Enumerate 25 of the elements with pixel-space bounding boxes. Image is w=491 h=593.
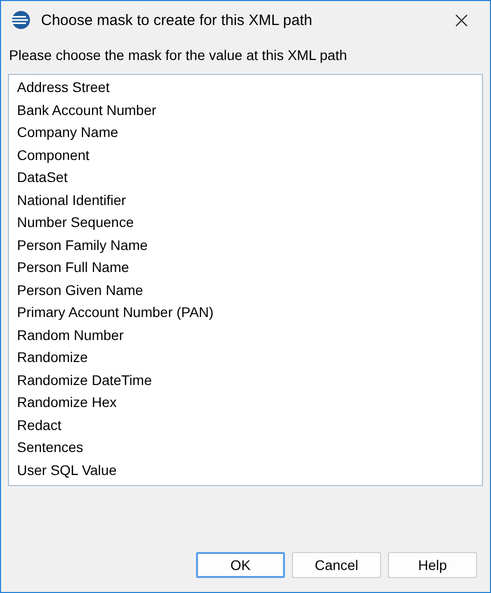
list-item[interactable]: Number Sequence	[9, 211, 482, 234]
list-item[interactable]: Person Full Name	[9, 256, 482, 278]
list-item[interactable]: Person Family Name	[9, 234, 482, 256]
list-item[interactable]: Random Number	[9, 324, 482, 346]
app-logo-icon	[11, 10, 31, 30]
close-icon[interactable]	[455, 14, 468, 26]
list-item[interactable]: Redact	[9, 414, 482, 436]
list-item[interactable]: Person Given Name	[9, 278, 482, 301]
dialog-button[interactable]: Help	[388, 552, 477, 578]
list-item[interactable]: Component	[9, 144, 482, 166]
list-item[interactable]: Address Street	[9, 76, 482, 98]
list-item[interactable]: National Identifier	[9, 188, 482, 211]
list-item[interactable]: User SQL Value	[9, 458, 482, 481]
dialog-button[interactable]: OK	[196, 552, 285, 578]
window-title: Choose mask to create for this XML path	[41, 12, 314, 28]
list-item[interactable]: Sentences	[9, 436, 482, 458]
list-item[interactable]: Bank Account Number	[9, 98, 482, 121]
list-item[interactable]: DataSet	[9, 166, 482, 188]
list-item[interactable]: Primary Account Number (PAN)	[9, 301, 482, 324]
prompt-label: Please choose the mask for the value at this XML path	[8, 46, 348, 65]
dialog-button[interactable]: Cancel	[292, 552, 381, 578]
list-item[interactable]: Randomize Hex	[9, 391, 482, 414]
list-item[interactable]: Randomize	[9, 346, 482, 368]
list-item[interactable]: Randomize DateTime	[9, 368, 482, 391]
list-item[interactable]: Company Name	[9, 121, 482, 144]
